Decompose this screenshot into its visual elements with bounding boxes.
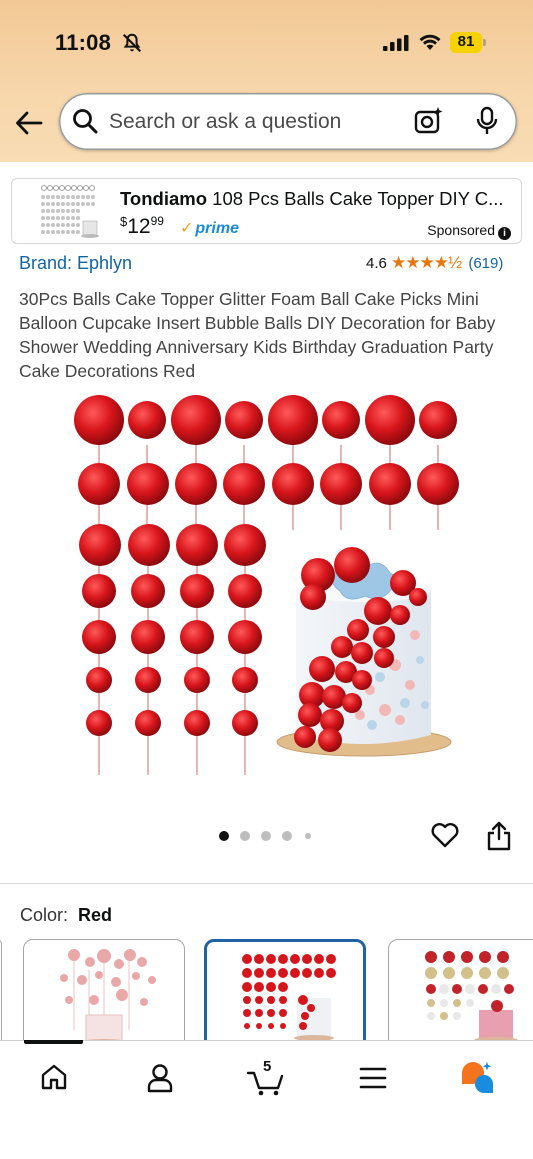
swatch-image: [60, 949, 156, 1047]
bottom-navigation: 5: [0, 1040, 533, 1159]
carousel-dot[interactable]: [305, 833, 311, 839]
color-swatch-red[interactable]: [204, 939, 366, 1049]
camera-lens-icon[interactable]: [414, 106, 444, 136]
color-selector-label: Color: Red: [20, 905, 112, 926]
active-tab-indicator: [24, 1040, 83, 1044]
section-divider: [0, 883, 533, 884]
sponsored-title-text: 108 Pcs Balls Cake Topper DIY C...: [212, 188, 504, 209]
rufus-icon[interactable]: [459, 1061, 495, 1095]
sponsored-product-banner[interactable]: Tondiamo 108 Pcs Balls Cake Topper DIY C…: [11, 178, 522, 244]
battery-level: 81: [457, 33, 475, 50]
microphone-icon[interactable]: [474, 106, 500, 136]
star-rating-icon: ★★★★½: [391, 253, 462, 272]
swatch-image: [425, 951, 518, 1043]
sponsored-product-image: [41, 185, 99, 238]
menu-icon[interactable]: [359, 1066, 387, 1090]
search-icon: [73, 109, 98, 134]
carousel-dot[interactable]: [261, 831, 271, 841]
silent-bell-icon: [122, 33, 142, 53]
product-title: 30Pcs Balls Cake Topper Glitter Foam Bal…: [19, 289, 496, 381]
color-swatch-partial[interactable]: [0, 939, 2, 1049]
home-icon[interactable]: [40, 1063, 68, 1091]
cell-signal-icon: [383, 35, 409, 51]
info-icon[interactable]: i: [498, 227, 511, 240]
sponsored-product-title[interactable]: Tondiamo 108 Pcs Balls Cake Topper DIY C…: [120, 188, 512, 210]
rating-value: 4.6: [366, 255, 387, 272]
brand-link[interactable]: Brand: Ephlyn: [19, 253, 132, 274]
product-image[interactable]: [0, 385, 533, 785]
search-input[interactable]: Search or ask a question: [109, 110, 341, 134]
selected-color: Red: [78, 905, 113, 925]
review-count-link[interactable]: (619): [468, 255, 503, 272]
sponsored-price: $1299: [120, 214, 164, 238]
color-swatch-gold-white[interactable]: [388, 939, 533, 1049]
wifi-icon: [419, 34, 441, 50]
color-label: Color:: [20, 905, 69, 925]
sponsored-brand: Tondiamo: [120, 188, 208, 209]
share-icon[interactable]: [486, 820, 512, 852]
sponsored-label[interactable]: Sponsored i: [427, 222, 511, 240]
prime-badge: ✓ prime: [180, 220, 239, 237]
color-swatch-pink[interactable]: [23, 939, 185, 1049]
swatch-image: [242, 954, 336, 1041]
app-header: 11:08 81 Search or ask a question: [0, 0, 533, 162]
status-bar: 11:08 81: [0, 28, 533, 60]
account-icon[interactable]: [146, 1063, 174, 1093]
rating-summary[interactable]: 4.6 ★★★★½ (619): [366, 253, 503, 273]
carousel-dot[interactable]: [240, 831, 250, 841]
carousel-dot-active[interactable]: [219, 831, 229, 841]
carousel-dot[interactable]: [282, 831, 292, 841]
cart-count: 5: [263, 1058, 272, 1075]
battery-indicator: 81: [450, 32, 486, 53]
search-bar[interactable]: Search or ask a question: [59, 93, 517, 150]
back-arrow-icon[interactable]: [14, 108, 44, 138]
heart-icon[interactable]: [430, 820, 460, 850]
prime-check-icon: ✓: [180, 220, 194, 237]
status-time: 11:08: [55, 30, 112, 55]
